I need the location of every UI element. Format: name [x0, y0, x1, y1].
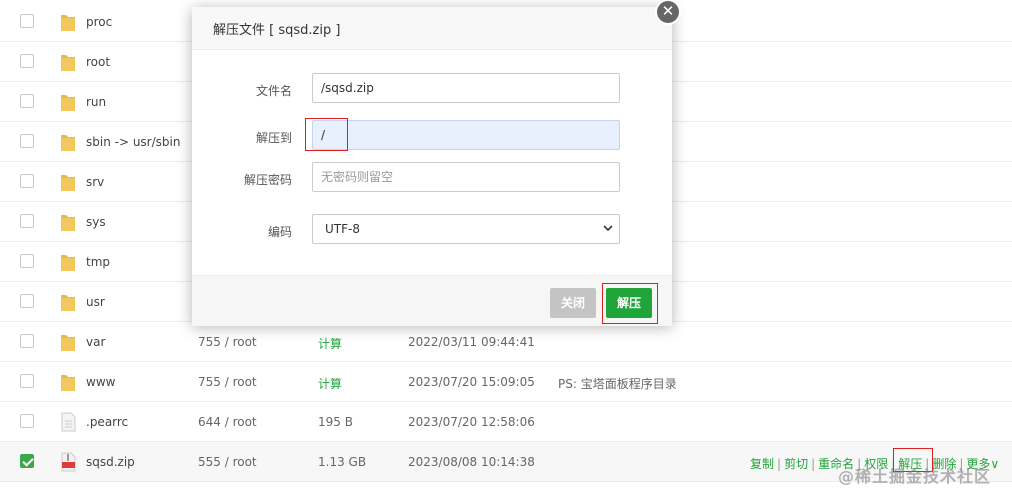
dest-input[interactable] [312, 120, 620, 150]
close-icon[interactable]: ✕ [655, 0, 681, 25]
dest-label: 解压到 [255, 131, 292, 145]
extract-dialog: 解压文件 [ sqsd.zip ] ✕ 文件名 解压到 解压密码 编码 UTF-… [192, 0, 681, 326]
folder-icon [61, 215, 75, 231]
file-mtime: 2022/03/11 09:44:41 [408, 335, 535, 349]
encoding-select[interactable]: UTF-8 [312, 214, 620, 244]
folder-icon [61, 175, 75, 191]
row-checkbox[interactable] [20, 14, 34, 28]
file-row[interactable]: .pearrc 644 / root 195 B 2023/07/20 12:58:0… [0, 402, 1012, 442]
row-checkbox[interactable] [20, 414, 34, 428]
folder-icon [61, 15, 75, 31]
file-size[interactable]: 计算 [318, 375, 342, 392]
encoding-value: UTF-8 [325, 222, 360, 236]
password-label: 解压密码 [243, 173, 292, 187]
row-checkbox[interactable] [20, 214, 34, 228]
close-button[interactable]: 关闭 [550, 288, 596, 318]
file-permission[interactable]: 644 / root [198, 415, 257, 429]
filename-label: 文件名 [255, 84, 292, 98]
file-name[interactable]: run [86, 95, 106, 109]
folder-icon [61, 255, 75, 271]
action-0[interactable]: 复制 [750, 457, 774, 471]
dest-highlight [305, 118, 348, 151]
dialog-title: 解压文件 [ sqsd.zip ] [213, 23, 341, 38]
file-note[interactable]: PS: 宝塔面板程序目录 [558, 375, 677, 392]
file-permission[interactable]: 755 / root [198, 375, 257, 389]
filename-input[interactable] [312, 73, 620, 103]
row-checkbox[interactable] [20, 134, 34, 148]
file-name[interactable]: root [86, 55, 110, 69]
dialog-header: 解压文件 [ sqsd.zip ] [192, 7, 672, 50]
file-name[interactable]: sys [86, 215, 106, 229]
extract-button-highlight [602, 283, 658, 324]
row-checkbox[interactable] [20, 334, 34, 348]
action-separator: | [811, 457, 816, 471]
file-permission[interactable]: 755 / root [198, 335, 257, 349]
file-row[interactable]: www 755 / root 计算 2023/07/20 15:09:05 PS: 宝塔… [0, 362, 1012, 402]
file-name[interactable]: .pearrc [86, 415, 128, 429]
file-permission[interactable]: 555 / root [198, 455, 257, 469]
file-name[interactable]: sqsd.zip [86, 455, 135, 469]
row-checkbox[interactable] [20, 294, 34, 308]
chevron-down-icon [603, 225, 613, 232]
row-checkbox[interactable] [20, 374, 34, 388]
file-name[interactable]: www [86, 375, 115, 389]
action-1[interactable]: 剪切 [784, 457, 808, 471]
row-checkbox[interactable] [20, 454, 34, 468]
row-checkbox[interactable] [20, 254, 34, 268]
folder-icon [61, 55, 75, 71]
file-row[interactable]: var 755 / root 计算 2022/03/11 09:44:41 [0, 322, 1012, 362]
action-separator: | [777, 457, 782, 471]
file-size[interactable]: 计算 [318, 335, 342, 352]
file-name[interactable]: var [86, 335, 105, 349]
file-name[interactable]: srv [86, 175, 104, 189]
file-name[interactable]: usr [86, 295, 105, 309]
file-name[interactable]: proc [86, 15, 112, 29]
watermark: @稀土掘金技术社区 [838, 467, 992, 486]
file-mtime: 2023/07/20 15:09:05 [408, 375, 535, 389]
row-checkbox[interactable] [20, 54, 34, 68]
file-name[interactable]: sbin -> usr/sbin [86, 135, 180, 149]
folder-icon [61, 95, 75, 111]
file-size: 1.13 GB [318, 455, 367, 469]
file-icon [61, 412, 76, 432]
encoding-label: 编码 [267, 225, 292, 239]
file-mtime: 2023/08/08 10:14:38 [408, 455, 535, 469]
folder-icon [61, 295, 75, 311]
folder-icon [61, 135, 75, 151]
password-input[interactable] [312, 162, 620, 192]
file-size: 195 B [318, 415, 353, 429]
file-name[interactable]: tmp [86, 255, 110, 269]
dialog-footer: 关闭 解压 [192, 275, 672, 326]
folder-icon [61, 375, 75, 391]
row-checkbox[interactable] [20, 94, 34, 108]
row-checkbox[interactable] [20, 174, 34, 188]
file-mtime: 2023/07/20 12:58:06 [408, 415, 535, 429]
folder-icon [61, 335, 75, 351]
zip-file-icon [61, 452, 76, 472]
